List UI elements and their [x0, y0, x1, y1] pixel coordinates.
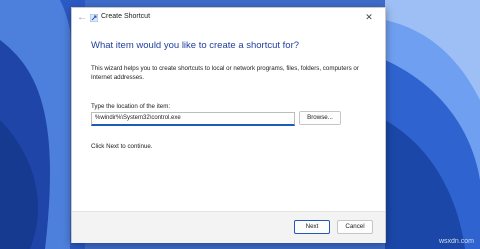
next-button[interactable]: Next	[294, 220, 330, 234]
watermark-text: wsxdn.com	[438, 238, 474, 245]
wizard-description: This wizard helps you to create shortcut…	[91, 65, 359, 81]
browse-button[interactable]: Browse...	[299, 111, 341, 125]
next-hint-text: Click Next to continue.	[91, 143, 153, 150]
cancel-button[interactable]: Cancel	[337, 220, 373, 234]
location-label: Type the location of the item:	[91, 103, 171, 110]
close-icon[interactable]: ✕	[363, 11, 375, 23]
back-arrow-icon[interactable]: ←	[76, 12, 88, 24]
title-bar: ← Create Shortcut ✕	[72, 8, 385, 28]
window-title: Create Shortcut	[101, 13, 151, 20]
shortcut-app-icon	[90, 14, 98, 22]
create-shortcut-dialog: ← Create Shortcut ✕ What item would you …	[71, 7, 386, 243]
page-heading: What item would you like to create a sho…	[91, 40, 300, 51]
location-input[interactable]: %windir%\System32\control.exe	[91, 112, 295, 126]
dialog-footer: Next Cancel	[72, 211, 385, 243]
